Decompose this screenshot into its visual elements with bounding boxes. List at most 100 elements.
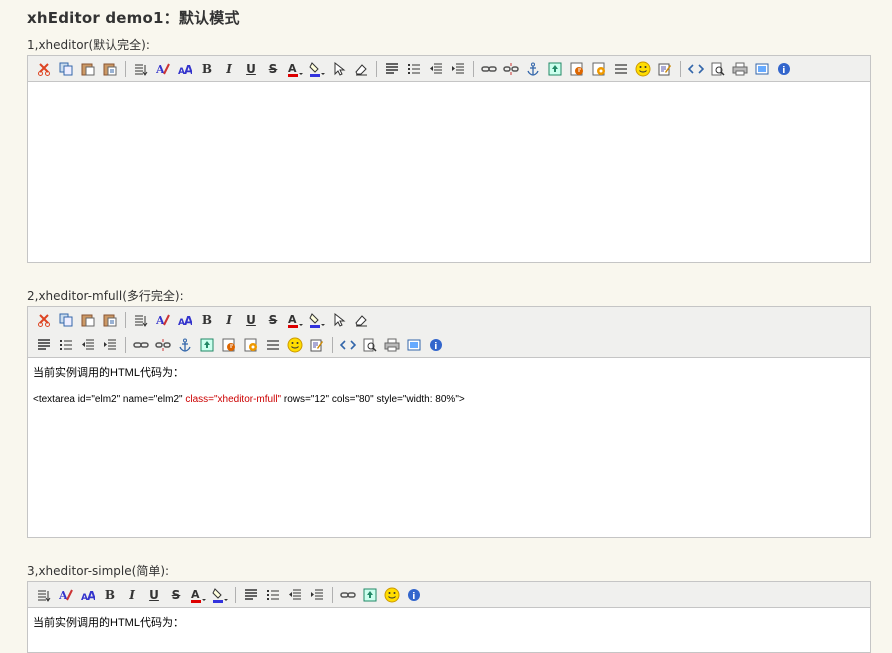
media-icon[interactable] xyxy=(589,59,609,79)
anchor-icon[interactable] xyxy=(523,59,543,79)
emoticon-icon[interactable] xyxy=(633,59,653,79)
paste-text-icon[interactable] xyxy=(100,310,120,330)
indent-icon[interactable] xyxy=(100,335,120,355)
code-snippet: <textarea id="elm2" name="elm2" class="x… xyxy=(33,394,865,405)
unlink-icon[interactable] xyxy=(153,335,173,355)
remove-format-icon[interactable] xyxy=(351,59,371,79)
underline-icon[interactable]: U xyxy=(241,59,261,79)
indent-icon[interactable] xyxy=(448,59,468,79)
block-format-icon[interactable] xyxy=(131,310,151,330)
print-icon[interactable] xyxy=(730,59,750,79)
outdent-icon[interactable] xyxy=(426,59,446,79)
table-icon[interactable] xyxy=(611,59,631,79)
strikethrough-icon[interactable]: S xyxy=(263,310,283,330)
bold-icon[interactable]: B xyxy=(197,310,217,330)
page-title: xhEditor demo1：默认模式 xyxy=(27,9,240,27)
link-icon[interactable] xyxy=(131,335,151,355)
fullscreen-icon[interactable] xyxy=(752,59,772,79)
svg-text:A: A xyxy=(156,314,165,327)
copy-icon[interactable] xyxy=(56,59,76,79)
image-icon[interactable] xyxy=(360,585,380,605)
font-family-icon[interactable]: A xyxy=(153,310,173,330)
editor-mfull-content[interactable]: 当前实例调用的HTML代码为： <textarea id="elm2" name… xyxy=(28,358,870,536)
underline-icon[interactable]: U xyxy=(241,310,261,330)
editor-simple-toolbar: A AA B I U S A i xyxy=(28,582,870,608)
block-format-icon[interactable] xyxy=(131,59,151,79)
unlink-icon[interactable] xyxy=(501,59,521,79)
outdent-icon[interactable] xyxy=(78,335,98,355)
preview-icon[interactable] xyxy=(360,335,380,355)
toolbar-separator xyxy=(125,311,126,328)
outdent-icon[interactable] xyxy=(285,585,305,605)
italic-icon[interactable]: I xyxy=(219,59,239,79)
svg-text:i: i xyxy=(412,592,415,602)
list-icon[interactable] xyxy=(56,335,76,355)
select-all-icon[interactable] xyxy=(329,310,349,330)
toolbar-separator xyxy=(235,586,236,603)
edit-icon[interactable] xyxy=(655,59,675,79)
editor-full: A AA B I U S A i xyxy=(27,55,871,263)
italic-icon[interactable]: I xyxy=(122,585,142,605)
italic-icon[interactable]: I xyxy=(219,310,239,330)
block-format-icon[interactable] xyxy=(34,585,54,605)
bold-icon[interactable]: B xyxy=(100,585,120,605)
svg-text:A: A xyxy=(156,63,165,76)
font-color-icon[interactable]: A xyxy=(285,310,305,330)
cut-icon[interactable] xyxy=(34,59,54,79)
table-icon[interactable] xyxy=(263,335,283,355)
background-color-icon[interactable] xyxy=(307,59,327,79)
preview-icon[interactable] xyxy=(708,59,728,79)
indent-icon[interactable] xyxy=(307,585,327,605)
svg-text:A: A xyxy=(288,62,297,75)
font-color-icon[interactable]: A xyxy=(188,585,208,605)
remove-format-icon[interactable] xyxy=(351,310,371,330)
source-icon[interactable] xyxy=(338,335,358,355)
copy-icon[interactable] xyxy=(56,310,76,330)
align-icon[interactable] xyxy=(382,59,402,79)
align-icon[interactable] xyxy=(241,585,261,605)
svg-text:i: i xyxy=(782,66,785,76)
emoticon-icon[interactable] xyxy=(285,335,305,355)
font-family-icon[interactable]: A xyxy=(153,59,173,79)
print-icon[interactable] xyxy=(382,335,402,355)
image-icon[interactable] xyxy=(197,335,217,355)
background-color-icon[interactable] xyxy=(307,310,327,330)
list-icon[interactable] xyxy=(404,59,424,79)
emoticon-icon[interactable] xyxy=(382,585,402,605)
fullscreen-icon[interactable] xyxy=(404,335,424,355)
media-icon[interactable] xyxy=(241,335,261,355)
bold-icon[interactable]: B xyxy=(197,59,217,79)
font-size-icon[interactable]: AA xyxy=(175,59,195,79)
edit-icon[interactable] xyxy=(307,335,327,355)
link-icon[interactable] xyxy=(338,585,358,605)
align-icon[interactable] xyxy=(34,335,54,355)
link-icon[interactable] xyxy=(479,59,499,79)
strikethrough-icon[interactable]: S xyxy=(263,59,283,79)
select-all-icon[interactable] xyxy=(329,59,349,79)
section-1-label: 1,xheditor(默认完全): xyxy=(27,38,150,52)
about-icon[interactable]: i xyxy=(426,335,446,355)
about-icon[interactable]: i xyxy=(774,59,794,79)
image-icon[interactable] xyxy=(545,59,565,79)
about-icon[interactable]: i xyxy=(404,585,424,605)
font-color-icon[interactable]: A xyxy=(285,59,305,79)
underline-icon[interactable]: U xyxy=(144,585,164,605)
paste-icon[interactable] xyxy=(78,59,98,79)
flash-icon[interactable] xyxy=(567,59,587,79)
source-icon[interactable] xyxy=(686,59,706,79)
font-size-icon[interactable]: AA xyxy=(78,585,98,605)
editor-full-content[interactable] xyxy=(28,82,870,262)
anchor-icon[interactable] xyxy=(175,335,195,355)
cut-icon[interactable] xyxy=(34,310,54,330)
editor-simple-content[interactable]: 当前实例调用的HTML代码为： xyxy=(28,608,870,652)
paste-icon[interactable] xyxy=(78,310,98,330)
flash-icon[interactable] xyxy=(219,335,239,355)
list-icon[interactable] xyxy=(263,585,283,605)
svg-text:A: A xyxy=(59,589,68,602)
paste-text-icon[interactable] xyxy=(100,59,120,79)
font-size-icon[interactable]: AA xyxy=(175,310,195,330)
font-family-icon[interactable]: A xyxy=(56,585,76,605)
background-color-icon[interactable] xyxy=(210,585,230,605)
svg-text:i: i xyxy=(434,342,437,352)
strikethrough-icon[interactable]: S xyxy=(166,585,186,605)
